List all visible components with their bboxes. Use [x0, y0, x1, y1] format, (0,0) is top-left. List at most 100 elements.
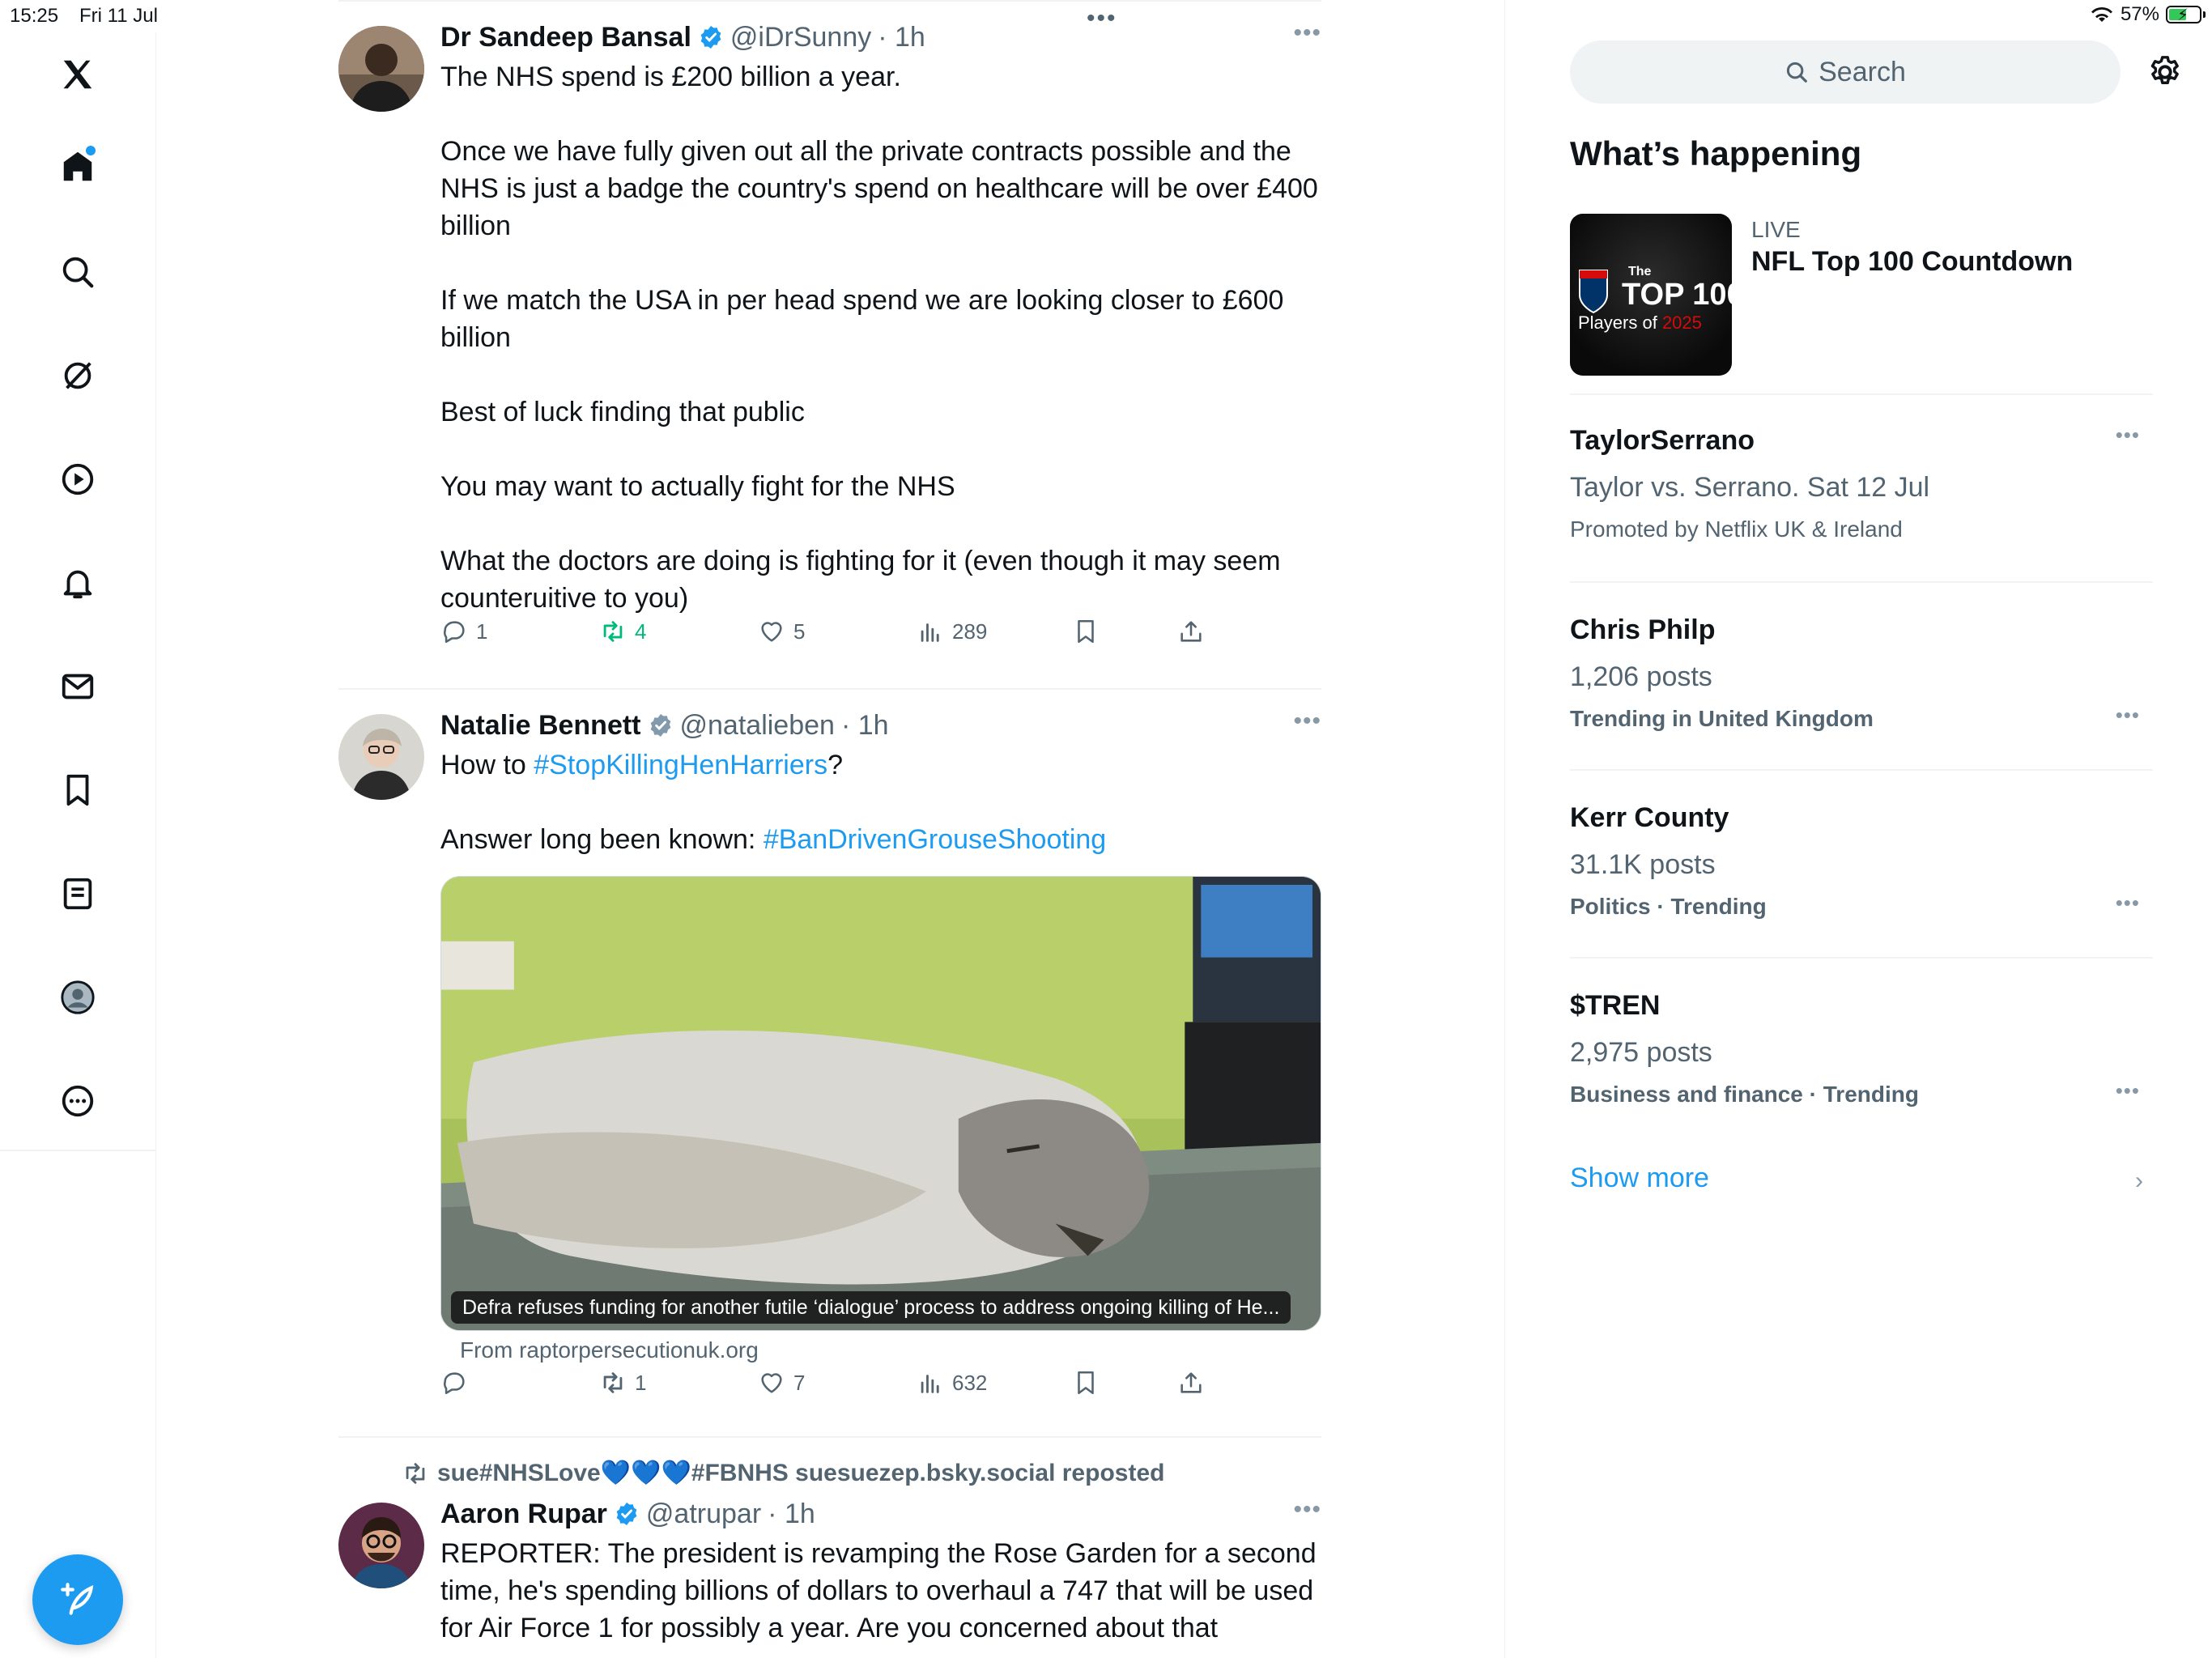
whats-happening-title: What’s happening: [1570, 134, 1862, 172]
home-notification-dot: [86, 146, 96, 155]
trend-item[interactable]: TaylorSerrano Taylor vs. Serrano. Sat 12…: [1570, 423, 2153, 583]
tweet-text: REPORTER: The president is revamping the…: [440, 1538, 1325, 1643]
trend-more-button[interactable]: •••: [2116, 423, 2140, 448]
repost-icon: [603, 621, 623, 642]
repost-icon: [406, 1462, 425, 1484]
trend-item[interactable]: $TREN 2,975 posts Business and finance ·…: [1570, 988, 2153, 1117]
tweet[interactable]: Dr Sandeep Bansal @iDrSunny · 1h ••• The…: [338, 0, 1321, 690]
search-placeholder: Search: [1819, 56, 1906, 87]
lists-icon[interactable]: [53, 869, 102, 918]
tweet[interactable]: sue#NHSLove💙💙💙#FBNHS suesuezep.bsky.soci…: [338, 1438, 1321, 1658]
live-label: LIVE: [1751, 217, 1801, 242]
search-icon: [1787, 62, 1807, 83]
avatar[interactable]: [338, 26, 424, 112]
live-title: NFL Top 100 Countdown: [1751, 246, 2074, 277]
messages-icon[interactable]: [53, 662, 102, 711]
avatar[interactable]: [338, 714, 424, 800]
verified-badge-icon: [650, 714, 670, 737]
grok-icon[interactable]: [53, 351, 102, 400]
compose-button[interactable]: [32, 1554, 123, 1645]
trend-meta: Politics · Trending: [1570, 894, 1767, 919]
show-more-link[interactable]: Show more: [1570, 1163, 1709, 1194]
repost-button[interactable]: 1: [599, 1369, 646, 1397]
reply-count: 1: [476, 619, 488, 644]
tweet-header: Dr Sandeep Bansal @iDrSunny · 1h: [440, 19, 1321, 55]
tweet-more-button[interactable]: •••: [1293, 1496, 1321, 1524]
x-logo-icon[interactable]: [53, 50, 102, 99]
trend-subtitle: Taylor vs. Serrano. Sat 12 Jul: [1570, 472, 1930, 503]
share-icon: [1180, 1372, 1202, 1393]
trend-meta: Business and finance · Trending: [1570, 1082, 1919, 1107]
search-icon[interactable]: [53, 248, 102, 296]
like-count: 5: [793, 619, 806, 644]
text-part: ?: [827, 750, 844, 780]
search-input[interactable]: Search: [1570, 40, 2121, 104]
repost-context-text[interactable]: sue#NHSLove💙💙💙#FBNHS suesuezep.bsky.soci…: [437, 1459, 1164, 1487]
view-count: 289: [952, 619, 988, 644]
more-icon[interactable]: [53, 1077, 102, 1125]
views-button[interactable]: 289: [917, 618, 987, 645]
like-button[interactable]: 5: [758, 618, 805, 645]
author-name[interactable]: Aaron Rupar: [440, 1496, 607, 1532]
chevron-right-icon: ›: [2135, 1167, 2143, 1194]
share-button[interactable]: [1177, 1369, 1205, 1397]
bookmarks-icon[interactable]: [53, 766, 102, 814]
tweet-more-button[interactable]: •••: [1293, 708, 1321, 735]
home-icon[interactable]: [53, 142, 102, 191]
author-handle[interactable]: @iDrSunny: [730, 19, 871, 55]
rail-divider: [0, 1150, 156, 1151]
trend-title: Chris Philp: [1570, 614, 1716, 645]
card-source[interactable]: From raptorpersecutionuk.org: [460, 1337, 759, 1363]
tweet[interactable]: Natalie Bennett @natalieben · 1h ••• How…: [338, 690, 1321, 1438]
video-icon[interactable]: [53, 455, 102, 504]
thumb-text-year: 2025: [1662, 312, 1702, 333]
trend-more-button[interactable]: •••: [2116, 1078, 2140, 1103]
text-part: Answer long been known:: [440, 824, 764, 855]
reply-icon: [444, 621, 465, 644]
trend-item[interactable]: Chris Philp 1,206 posts Trending in Unit…: [1570, 612, 2153, 771]
tweet-content: Natalie Bennett @natalieben · 1h ••• How…: [440, 708, 1321, 858]
share-button[interactable]: [1177, 618, 1205, 645]
bookmark-button[interactable]: [1072, 1369, 1100, 1397]
live-event-thumbnail: The TOP 100 Players of 2025: [1570, 214, 1732, 376]
tweet-text-line2: Answer long been known: #BanDrivenGrouse…: [440, 821, 1321, 858]
avatar[interactable]: [338, 1503, 424, 1588]
bookmark-button[interactable]: [1072, 618, 1100, 645]
live-event-item[interactable]: The TOP 100 Players of 2025 LIVE NFL Top…: [1570, 214, 2153, 395]
heart-icon: [761, 1373, 782, 1393]
bookmark-icon: [1078, 619, 1094, 644]
tweet-time: · 1h: [878, 22, 925, 53]
hashtag-link[interactable]: #BanDrivenGrouseShooting: [764, 824, 1106, 855]
share-icon: [1180, 621, 1202, 642]
trend-more-button[interactable]: •••: [2116, 703, 2140, 728]
link-card-image[interactable]: Defra refuses funding for another futile…: [440, 876, 1321, 1331]
trend-meta: Trending in United Kingdom: [1570, 706, 1874, 731]
repost-context: sue#NHSLove💙💙💙#FBNHS suesuezep.bsky.soci…: [402, 1459, 1164, 1487]
like-button[interactable]: 7: [758, 1369, 805, 1397]
author-handle[interactable]: @natalieben: [680, 708, 835, 743]
profile-icon[interactable]: [53, 973, 102, 1022]
trend-more-button[interactable]: •••: [2116, 891, 2140, 916]
author-name[interactable]: Natalie Bennett: [440, 708, 641, 743]
reply-button[interactable]: [440, 1369, 476, 1397]
bookmark-icon: [1078, 1371, 1094, 1395]
views-button[interactable]: 632: [917, 1369, 987, 1397]
views-icon: [921, 1375, 939, 1393]
author-handle[interactable]: @atrupar: [646, 1496, 761, 1532]
repost-button[interactable]: 4: [599, 618, 646, 645]
trend-title: $TREN: [1570, 990, 1661, 1021]
trend-divider: [1570, 393, 2153, 395]
author-name[interactable]: Dr Sandeep Bansal: [440, 19, 691, 55]
hashtag-link[interactable]: #StopKillingHenHarriers: [534, 750, 827, 780]
repost-count: 1: [635, 1370, 647, 1395]
notifications-icon[interactable]: [53, 559, 102, 607]
trend-subtitle: 2,975 posts: [1570, 1037, 1712, 1068]
trend-meta: Promoted by Netflix UK & Ireland: [1570, 517, 1903, 542]
trend-title: TaylorSerrano: [1570, 425, 1755, 456]
left-nav-rail: [0, 32, 156, 1658]
reply-button[interactable]: 1: [440, 618, 487, 645]
tweet-header: Aaron Rupar @atrupar · 1h: [440, 1496, 1321, 1532]
tweet-more-button[interactable]: •••: [1293, 19, 1321, 47]
trend-item[interactable]: Kerr County 31.1K posts Politics · Trend…: [1570, 800, 2153, 959]
settings-gear-icon[interactable]: [2146, 53, 2184, 91]
